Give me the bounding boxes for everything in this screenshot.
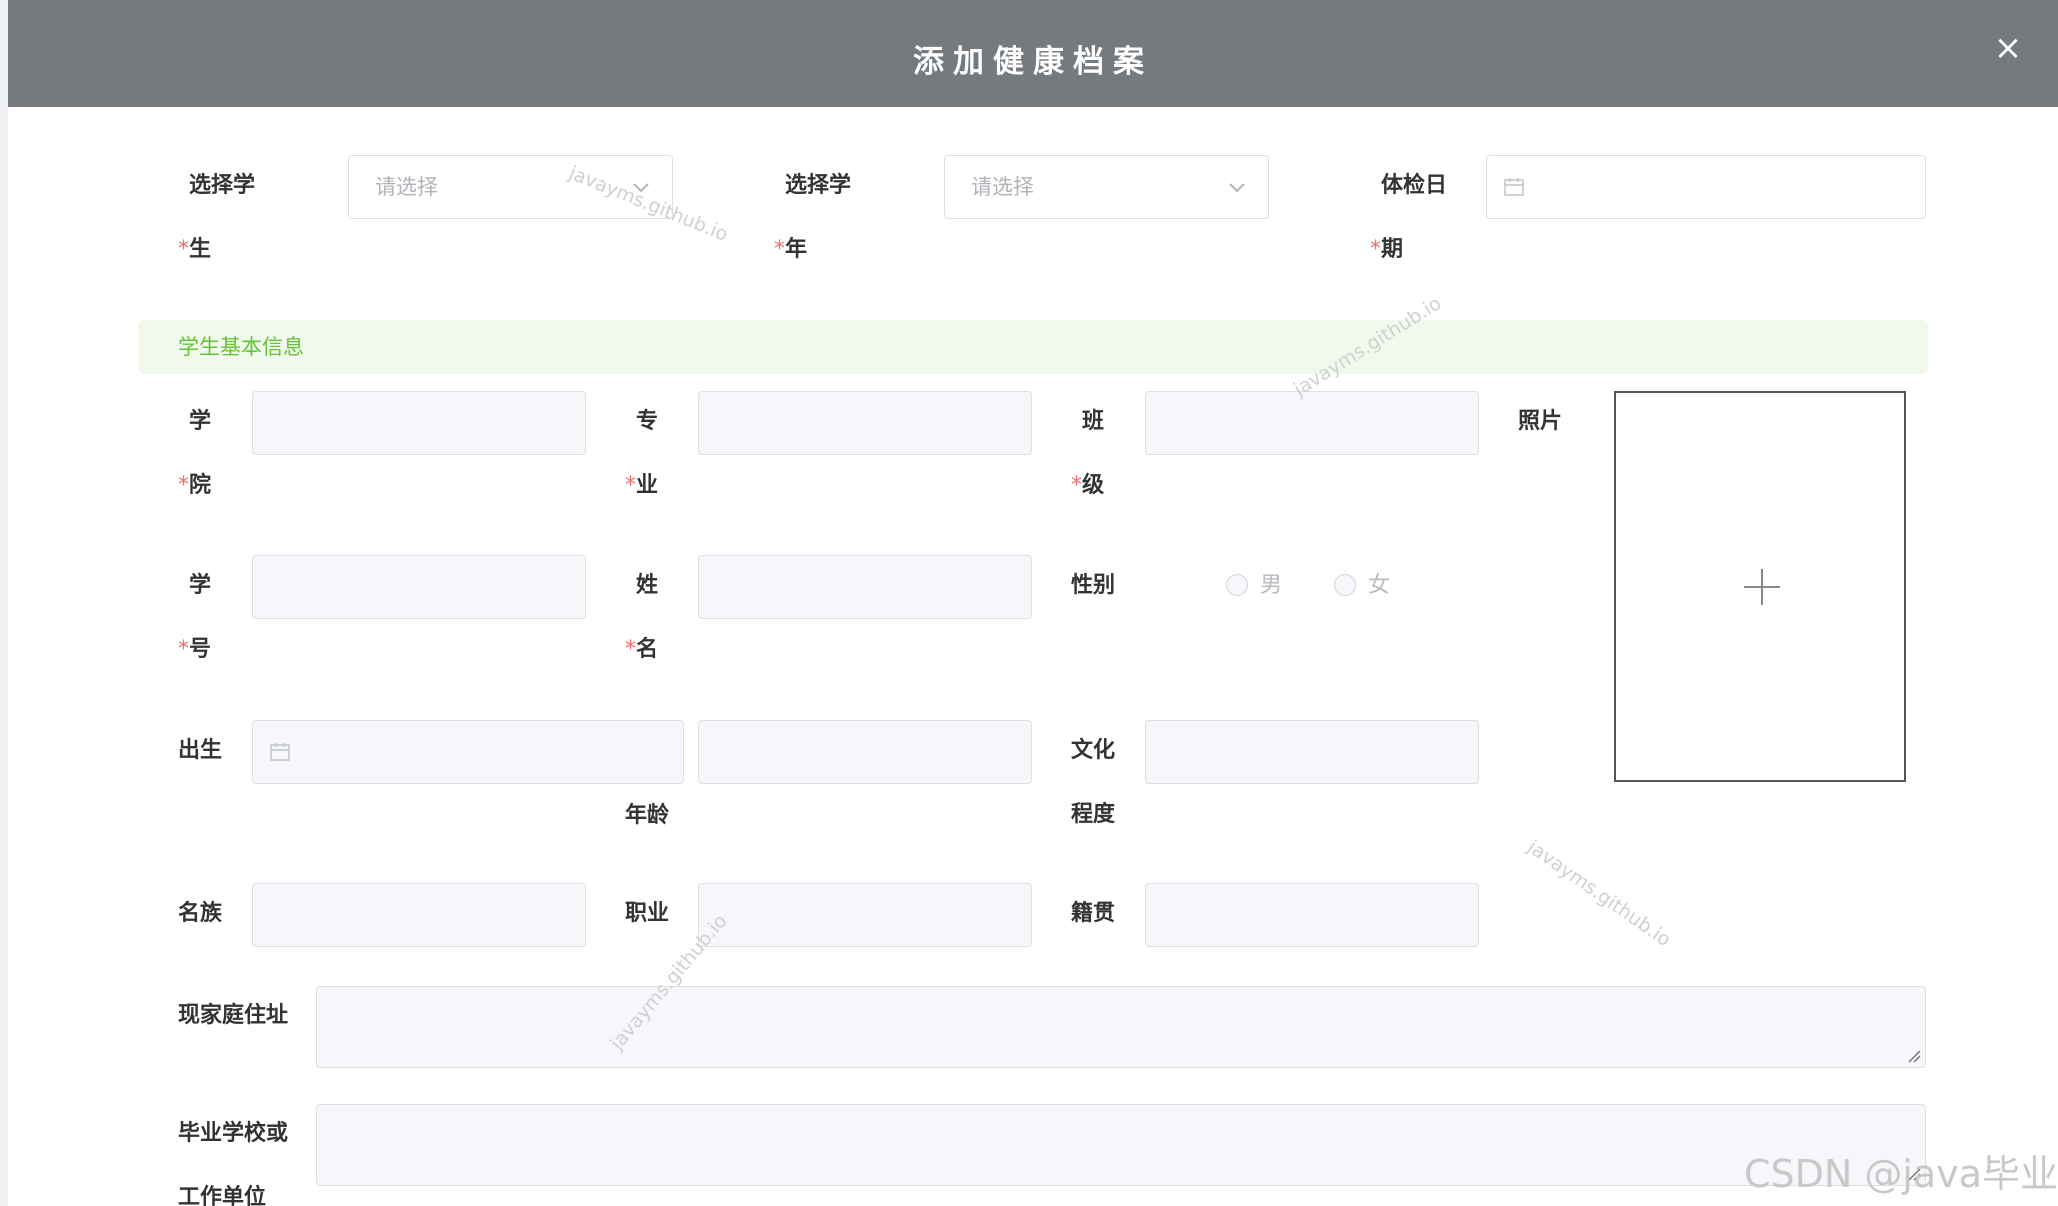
student-label: *选择学生 xyxy=(178,154,269,282)
radio-circle-icon xyxy=(1226,574,1248,596)
calendar-icon xyxy=(270,743,290,761)
year-select[interactable]: 请选择 xyxy=(944,155,1269,219)
education-input[interactable] xyxy=(1145,720,1479,784)
class-input[interactable] xyxy=(1145,391,1479,455)
close-icon[interactable]: × xyxy=(1990,30,2026,66)
college-label-text: 学院 xyxy=(189,409,212,498)
name-label: *姓名 xyxy=(625,554,666,682)
calendar-icon xyxy=(1504,178,1524,196)
student-no-label: *学号 xyxy=(178,554,219,682)
exam-date-label-text: 体检日期 xyxy=(1381,173,1448,262)
radio-circle-icon xyxy=(1334,574,1356,596)
age-input[interactable] xyxy=(698,720,1032,784)
college-label: *学院 xyxy=(178,390,219,518)
year-label: *选择学年 xyxy=(774,154,865,282)
chevron-down-icon xyxy=(1229,183,1245,193)
required-mark: * xyxy=(178,637,189,662)
dialog-title: 添加健康档案 xyxy=(913,44,1153,80)
birth-label: 出生 xyxy=(178,738,223,763)
required-mark: * xyxy=(774,237,785,262)
year-label-text: 选择学年 xyxy=(785,173,852,262)
education-label: 文化程度 xyxy=(1071,738,1116,827)
age-label: 年龄 xyxy=(625,803,670,828)
exam-date-picker[interactable] xyxy=(1486,155,1926,219)
major-label-text: 专业 xyxy=(636,409,659,498)
school-employer-textarea[interactable] xyxy=(316,1104,1926,1186)
college-input[interactable] xyxy=(252,391,586,455)
student-select-placeholder: 请选择 xyxy=(375,175,438,199)
gender-label: 性别 xyxy=(1071,573,1116,598)
ethnicity-label: 名族 xyxy=(178,901,223,926)
class-label: *班级 xyxy=(1071,390,1112,518)
required-mark: * xyxy=(625,473,636,498)
required-mark: * xyxy=(178,473,189,498)
section-title: 学生基本信息 xyxy=(178,335,304,359)
resize-grip-icon[interactable] xyxy=(1907,1049,1921,1063)
student-no-label-text: 学号 xyxy=(189,573,212,662)
student-label-text: 选择学生 xyxy=(189,173,256,262)
gender-female-label: 女 xyxy=(1368,573,1391,598)
gender-radio-male[interactable]: 男 xyxy=(1226,554,1282,618)
class-label-text: 班级 xyxy=(1082,409,1105,498)
address-textarea[interactable] xyxy=(316,986,1926,1068)
gender-radio-female[interactable]: 女 xyxy=(1334,554,1390,618)
required-mark: * xyxy=(178,237,189,262)
gender-male-label: 男 xyxy=(1260,573,1283,598)
major-input[interactable] xyxy=(698,391,1032,455)
native-place-input[interactable] xyxy=(1145,883,1479,947)
student-no-input[interactable] xyxy=(252,555,586,619)
photo-upload[interactable] xyxy=(1614,391,1906,782)
occupation-label: 职业 xyxy=(625,901,670,926)
native-place-label: 籍贯 xyxy=(1071,901,1116,926)
year-select-placeholder: 请选择 xyxy=(971,175,1034,199)
plus-icon xyxy=(1761,569,1763,605)
required-mark: * xyxy=(1370,237,1381,262)
major-label: *专业 xyxy=(625,390,666,518)
name-label-text: 姓名 xyxy=(636,573,659,662)
required-mark: * xyxy=(1071,473,1082,498)
school-employer-label: 毕业学校或工作单位 xyxy=(178,1121,289,1206)
watermark: javayms.github.io xyxy=(1523,836,1675,952)
dialog-header: 添加健康档案 × xyxy=(8,0,2058,107)
name-input[interactable] xyxy=(698,555,1032,619)
exam-date-label: *体检日期 xyxy=(1370,154,1461,282)
photo-label: 照片 xyxy=(1518,409,1563,434)
csdn-watermark: CSDN @java毕业 xyxy=(1743,1152,2058,1196)
ethnicity-input[interactable] xyxy=(252,883,586,947)
address-label: 现家庭住址 xyxy=(178,1003,289,1028)
required-mark: * xyxy=(625,637,636,662)
dialog: 添加健康档案 × *选择学生 请选择 *选择学年 请选择 *体检日期 学生基本信… xyxy=(8,0,2058,1206)
section-student-basic-info: 学生基本信息 xyxy=(138,320,1928,374)
occupation-input[interactable] xyxy=(698,883,1032,947)
birth-date-picker[interactable] xyxy=(252,720,684,784)
